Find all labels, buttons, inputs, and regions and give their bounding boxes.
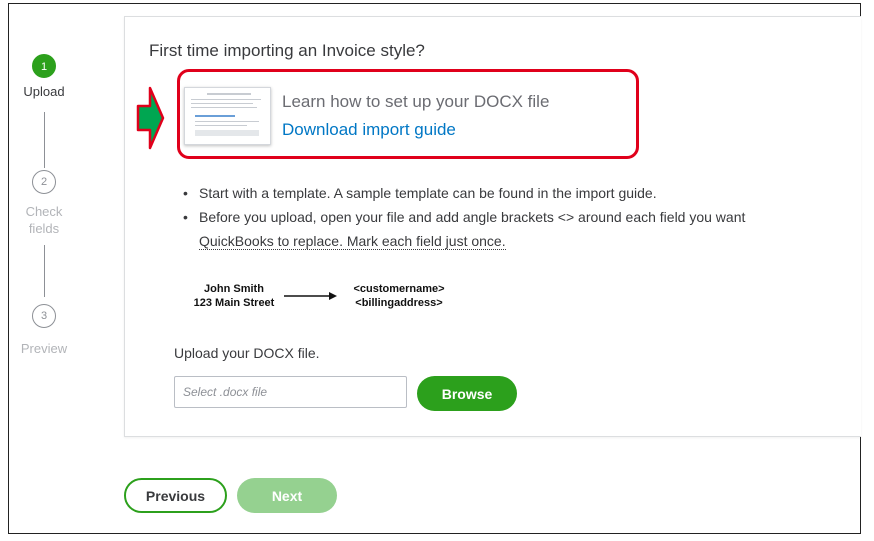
step-preview: 3 Preview: [14, 304, 74, 357]
example-name: John Smith: [204, 283, 264, 295]
step-number-2: 2: [32, 170, 56, 194]
previous-button[interactable]: Previous: [124, 478, 227, 513]
step-check-fields: 2 Check fields: [14, 170, 74, 237]
list-item-text: Before you upload, open your file and ad…: [199, 209, 746, 225]
example-address: 123 Main Street: [193, 297, 275, 309]
list-item-text: QuickBooks to replace. Mark each field j…: [199, 233, 506, 250]
step-number-1: 1: [32, 54, 56, 78]
upload-label: Upload your DOCX file.: [174, 345, 320, 361]
browse-button[interactable]: Browse: [417, 376, 517, 411]
step-label-check: Check: [25, 204, 63, 219]
arrow-right-icon: [284, 292, 337, 300]
example-source-fields: John Smith 123 Main Street: [186, 282, 282, 310]
next-button[interactable]: Next: [237, 478, 337, 513]
example-field-placeholders: <customername> <billingaddress>: [343, 282, 455, 310]
step-label-upload: Upload: [23, 84, 65, 99]
download-import-guide-link[interactable]: Download import guide: [282, 120, 456, 140]
example-billingaddress: <billingaddress>: [355, 297, 443, 309]
step-label-fields: fields: [28, 221, 60, 236]
step-number-3: 3: [32, 304, 56, 328]
step-upload: 1 Upload: [14, 54, 74, 100]
page-title: First time importing an Invoice style?: [149, 41, 425, 60]
step-label-check-fields: Check fields: [14, 203, 74, 237]
list-item-text: Start with a template. A sample template…: [199, 185, 657, 201]
example-customername: <customername>: [353, 283, 445, 295]
docx-file-input[interactable]: [174, 376, 407, 408]
list-item-continued: QuickBooks to replace. Mark each field j…: [180, 229, 860, 253]
step-label-preview: Preview: [20, 341, 68, 356]
right-pointing-arrow-icon: [136, 86, 165, 150]
step-connector: [44, 112, 45, 168]
guide-description: Learn how to set up your DOCX file: [282, 92, 550, 111]
list-item: • Before you upload, open your file and a…: [183, 209, 746, 225]
instructions-list: • Start with a template. A sample templat…: [180, 181, 860, 253]
list-item: • Start with a template. A sample templat…: [183, 185, 657, 201]
import-guide-thumbnail[interactable]: [184, 87, 271, 145]
step-connector: [44, 245, 45, 297]
